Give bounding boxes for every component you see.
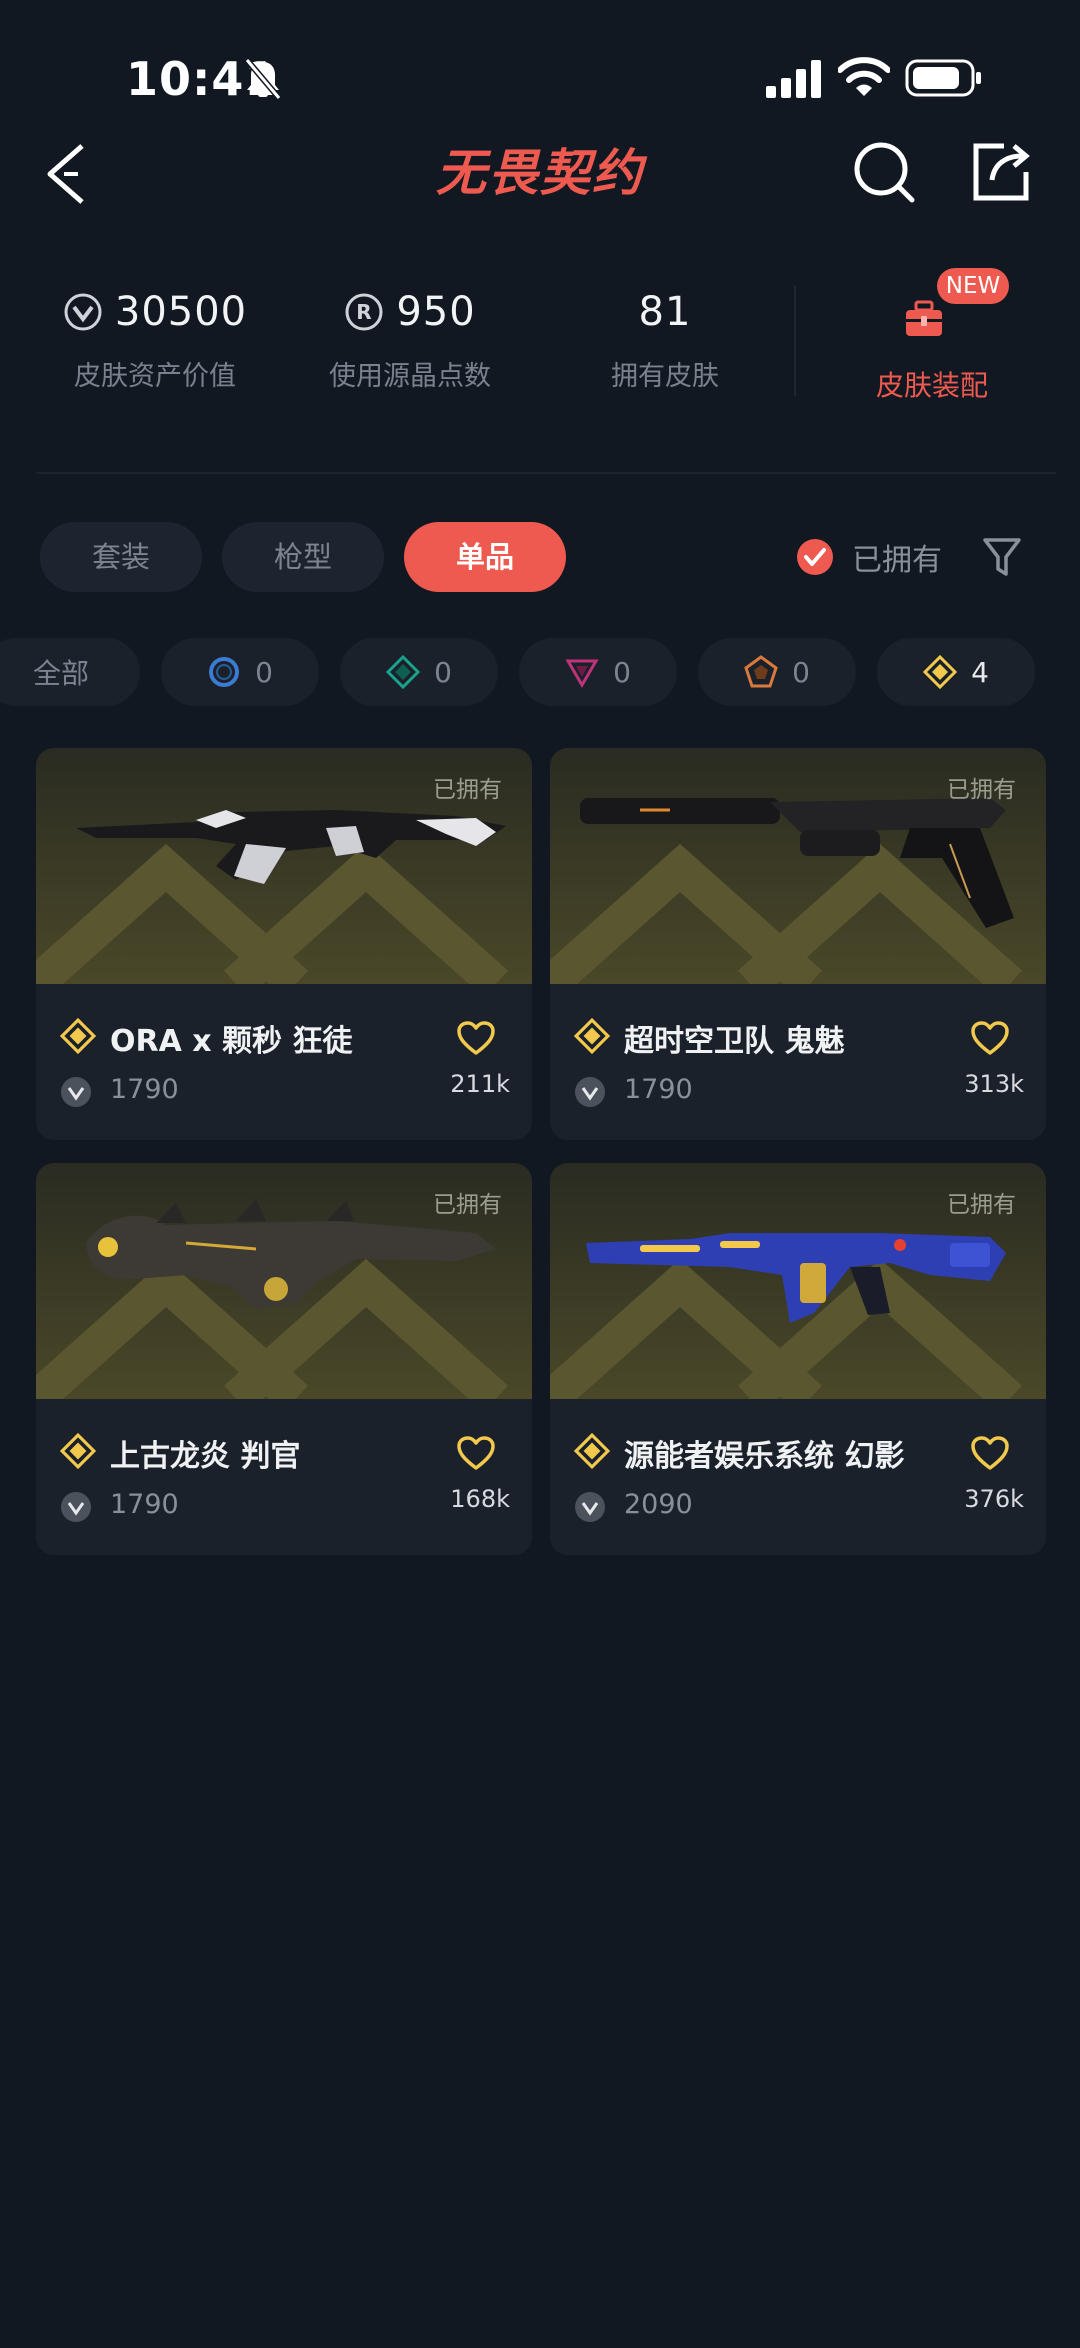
tier-chip-count: 0 [792,655,810,689]
skin-name: 上古龙炎 判官 [110,1439,301,1474]
stat-label: 使用源晶点数 [329,361,491,392]
status-bar: 10:41 [0,0,1080,150]
ultra-tier-icon [574,1433,610,1469]
tier-chip-count: 0 [613,655,631,689]
tier-chip-deluxe[interactable]: 0 [340,638,498,706]
tier-filter-row: 全部 0 0 0 0 4 [0,638,1080,706]
ultra-tier-icon [60,1433,96,1469]
skin-price: 2090 [624,1489,693,1520]
battery-icon [905,59,981,97]
skin-price: 1790 [110,1489,179,1520]
vp-coin-icon [575,1077,605,1107]
skin-name: ORA x 颗秒 狂徒 [110,1024,353,1059]
skin-likes: 313k [964,1070,1024,1098]
owned-tag: 已拥有 [433,1192,502,1218]
skin-card-info: ORA x 颗秒 狂徒 1790 211k [36,984,532,1140]
share-icon[interactable] [970,138,1034,204]
tier-chip-exclusive[interactable]: 0 [698,638,856,706]
exclusive-tier-icon [744,655,778,688]
deluxe-tier-icon [386,655,421,689]
skin-outfit-button[interactable]: NEW 皮肤装配 [862,268,1022,408]
vp-coin-icon [575,1492,605,1522]
skin-card[interactable]: 已拥有 超时空卫队 鬼魅 1790 313k [550,748,1046,1140]
tier-chip-ultra[interactable]: 4 [877,638,1035,706]
owned-filter-label: 已拥有 [852,543,942,578]
stat-asset-value: 30500 皮肤资产价值 [52,282,258,393]
signal-icon [766,60,821,98]
stat-owned-skins: 81 拥有皮肤 [600,282,730,393]
radianite-icon: R [345,293,383,331]
tier-chip-count: 0 [255,655,273,689]
ultra-tier-icon [923,655,958,689]
skin-card[interactable]: 已拥有 上古龙炎 判官 1790 168k [36,1163,532,1555]
stat-radianite: R 950 使用源晶点数 [318,282,502,393]
tab-single-item[interactable]: 单品 [404,522,566,592]
vp-coin-icon [61,1077,91,1107]
skin-price: 1790 [624,1074,693,1105]
skin-card[interactable]: 已拥有 ORA x 颗秒 狂徒 1790 211k [36,748,532,1140]
skin-likes: 211k [450,1070,510,1098]
skin-price: 1790 [110,1074,179,1105]
vp-coin-icon [61,1492,91,1522]
tier-chip-label: 全部 [32,657,89,690]
skin-card-info: 源能者娱乐系统 幻影 2090 376k [550,1399,1046,1555]
vp-coin-icon [64,293,102,331]
search-icon[interactable] [850,138,918,206]
select-tier-icon [209,657,240,687]
heart-icon[interactable] [970,1435,1010,1471]
section-divider [36,472,1056,474]
owned-filter-toggle[interactable]: 已拥有 [796,534,942,580]
stat-value: 81 [638,289,692,335]
checked-icon [797,539,833,575]
tier-chip-select[interactable]: 0 [161,638,319,706]
ultra-tier-icon [60,1018,96,1054]
stat-value: 950 [396,289,476,335]
wifi-icon [838,57,890,96]
heart-icon[interactable] [456,1020,496,1056]
back-button[interactable] [40,140,100,206]
ultra-tier-icon [574,1018,610,1054]
stat-value: 30500 [114,289,248,335]
tier-chip-count: 0 [434,655,452,689]
skin-card-info: 上古龙炎 判官 1790 168k [36,1399,532,1555]
owned-tag: 已拥有 [947,777,1016,803]
stat-divider [794,286,796,396]
premium-tier-icon [565,659,599,688]
bell-off-icon [244,58,282,100]
tab-bundle[interactable]: 套装 [40,522,202,592]
owned-tag: 已拥有 [433,777,502,803]
skin-card[interactable]: 已拥有 源能者娱乐系统 幻影 2090 376k [550,1163,1046,1555]
app-title: 无畏契约 [436,144,644,202]
heart-icon[interactable] [970,1020,1010,1056]
svg-text:R: R [357,300,372,324]
tier-chip-count: 4 [971,655,989,689]
outfit-label: 皮肤装配 [875,369,988,402]
skin-likes: 376k [964,1485,1024,1513]
new-badge: NEW [937,268,1009,304]
skin-name: 源能者娱乐系统 幻影 [624,1439,905,1474]
skin-card-info: 超时空卫队 鬼魅 1790 313k [550,984,1046,1140]
tab-weapon-type[interactable]: 枪型 [222,522,384,592]
heart-icon[interactable] [456,1435,496,1471]
skin-name: 超时空卫队 鬼魅 [624,1024,845,1059]
toolbox-icon [906,300,942,336]
stat-label: 拥有皮肤 [611,361,719,392]
skin-likes: 168k [450,1485,510,1513]
filter-icon[interactable] [982,536,1022,578]
owned-tag: 已拥有 [947,1192,1016,1218]
stat-label: 皮肤资产价值 [74,361,236,392]
tier-chip-premium[interactable]: 0 [519,638,677,706]
tier-chip-all[interactable]: 全部 [0,638,140,706]
